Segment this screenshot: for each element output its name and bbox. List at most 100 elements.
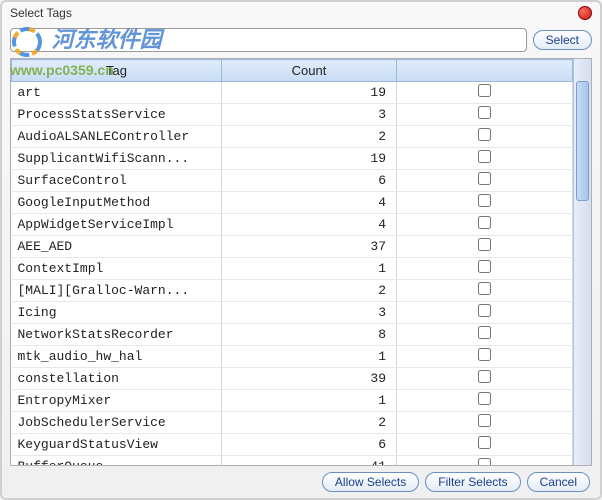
cell-check <box>397 192 573 214</box>
table-row[interactable]: [MALI][Gralloc-Warn...2 <box>12 280 573 302</box>
row-checkbox[interactable] <box>478 194 491 207</box>
vertical-scrollbar[interactable] <box>573 59 591 465</box>
row-checkbox[interactable] <box>478 128 491 141</box>
cell-tag: art <box>12 82 222 104</box>
cell-tag: NetworkStatsRecorder <box>12 324 222 346</box>
cell-check <box>397 456 573 466</box>
cell-count: 37 <box>222 236 397 258</box>
cell-check <box>397 148 573 170</box>
cell-count: 39 <box>222 368 397 390</box>
table-row[interactable]: GoogleInputMethod4 <box>12 192 573 214</box>
column-header-count[interactable]: Count <box>222 60 397 82</box>
cell-check <box>397 126 573 148</box>
row-checkbox[interactable] <box>478 370 491 383</box>
cell-count: 4 <box>222 214 397 236</box>
cell-tag: EntropyMixer <box>12 390 222 412</box>
cell-check <box>397 434 573 456</box>
table-row[interactable]: mtk_audio_hw_hal1 <box>12 346 573 368</box>
row-checkbox[interactable] <box>478 238 491 251</box>
cell-count: 8 <box>222 324 397 346</box>
cell-count: 1 <box>222 346 397 368</box>
cell-count: 3 <box>222 104 397 126</box>
table-row[interactable]: KeyguardStatusView6 <box>12 434 573 456</box>
cell-tag: AudioALSANLEController <box>12 126 222 148</box>
row-checkbox[interactable] <box>478 216 491 229</box>
cell-tag: ProcessStatsService <box>12 104 222 126</box>
column-header-check[interactable] <box>397 60 573 82</box>
row-checkbox[interactable] <box>478 282 491 295</box>
row-checkbox[interactable] <box>478 106 491 119</box>
row-checkbox[interactable] <box>478 392 491 405</box>
cell-check <box>397 82 573 104</box>
cell-tag: AEE_AED <box>12 236 222 258</box>
table-row[interactable]: BufferQueue41 <box>12 456 573 466</box>
cell-count: 4 <box>222 192 397 214</box>
row-checkbox[interactable] <box>478 326 491 339</box>
row-checkbox[interactable] <box>478 84 491 97</box>
table-row[interactable]: NetworkStatsRecorder8 <box>12 324 573 346</box>
cancel-button[interactable]: Cancel <box>527 472 590 492</box>
table-row[interactable]: SupplicantWifiScann...19 <box>12 148 573 170</box>
cell-tag: Icing <box>12 302 222 324</box>
table-row[interactable]: AppWidgetServiceImpl4 <box>12 214 573 236</box>
cell-check <box>397 302 573 324</box>
cell-count: 19 <box>222 148 397 170</box>
row-checkbox[interactable] <box>478 150 491 163</box>
cell-count: 19 <box>222 82 397 104</box>
cell-tag: SurfaceControl <box>12 170 222 192</box>
cell-check <box>397 170 573 192</box>
cell-count: 6 <box>222 170 397 192</box>
cell-check <box>397 412 573 434</box>
cell-check <box>397 258 573 280</box>
cell-count: 1 <box>222 390 397 412</box>
cell-tag: BufferQueue <box>12 456 222 466</box>
cell-count: 2 <box>222 412 397 434</box>
table-row[interactable]: constellation39 <box>12 368 573 390</box>
row-checkbox[interactable] <box>478 458 491 465</box>
select-button[interactable]: Select <box>533 30 592 50</box>
table-row[interactable]: SurfaceControl6 <box>12 170 573 192</box>
allow-selects-button[interactable]: Allow Selects <box>322 472 419 492</box>
row-checkbox[interactable] <box>478 260 491 273</box>
cell-count: 3 <box>222 302 397 324</box>
table-row[interactable]: AudioALSANLEController2 <box>12 126 573 148</box>
cell-count: 6 <box>222 434 397 456</box>
cell-count: 1 <box>222 258 397 280</box>
row-checkbox[interactable] <box>478 172 491 185</box>
search-input[interactable] <box>10 28 527 52</box>
filter-selects-button[interactable]: Filter Selects <box>425 472 520 492</box>
table-scroll: Tag Count art19ProcessStatsService3Audio… <box>11 59 573 465</box>
row-checkbox[interactable] <box>478 348 491 361</box>
cell-tag: constellation <box>12 368 222 390</box>
scrollbar-thumb[interactable] <box>576 81 589 201</box>
table-row[interactable]: EntropyMixer1 <box>12 390 573 412</box>
cell-tag: ContextImpl <box>12 258 222 280</box>
table-row[interactable]: ContextImpl1 <box>12 258 573 280</box>
cell-check <box>397 214 573 236</box>
close-icon[interactable] <box>578 6 592 20</box>
cell-check <box>397 346 573 368</box>
row-checkbox[interactable] <box>478 436 491 449</box>
cell-count: 2 <box>222 126 397 148</box>
cell-tag: JobSchedulerService <box>12 412 222 434</box>
row-checkbox[interactable] <box>478 304 491 317</box>
dialog-title: Select Tags <box>10 6 72 20</box>
tags-table: Tag Count art19ProcessStatsService3Audio… <box>11 59 573 465</box>
table-row[interactable]: art19 <box>12 82 573 104</box>
cell-tag: AppWidgetServiceImpl <box>12 214 222 236</box>
cell-count: 2 <box>222 280 397 302</box>
table-row[interactable]: Icing3 <box>12 302 573 324</box>
cell-check <box>397 324 573 346</box>
table-container: Tag Count art19ProcessStatsService3Audio… <box>10 58 592 466</box>
cell-tag: SupplicantWifiScann... <box>12 148 222 170</box>
column-header-tag[interactable]: Tag <box>12 60 222 82</box>
table-row[interactable]: ProcessStatsService3 <box>12 104 573 126</box>
footer-buttons: Allow Selects Filter Selects Cancel <box>322 472 590 492</box>
table-row[interactable]: JobSchedulerService2 <box>12 412 573 434</box>
cell-check <box>397 368 573 390</box>
cell-count: 41 <box>222 456 397 466</box>
table-row[interactable]: AEE_AED37 <box>12 236 573 258</box>
row-checkbox[interactable] <box>478 414 491 427</box>
search-row: Select <box>2 24 600 56</box>
titlebar: Select Tags <box>2 2 600 24</box>
